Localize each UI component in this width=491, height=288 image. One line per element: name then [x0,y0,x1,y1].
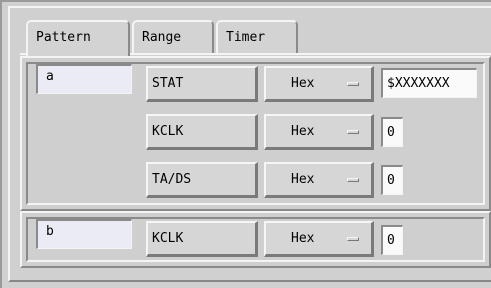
tab-pattern[interactable]: Pattern [26,20,130,56]
label-button-kclk[interactable]: KCLK [146,221,258,257]
tab-range[interactable]: Range [132,20,214,54]
format-label: Hex [291,124,315,139]
format-label: Hex [291,172,315,187]
label-button-kclk[interactable]: KCLK [146,114,258,150]
pattern-value-field[interactable]: 0 [381,117,403,147]
format-button[interactable]: Hex [264,114,374,150]
label-button-stat[interactable]: STAT [146,66,258,102]
format-label: Hex [291,231,315,246]
label-button-ta-ds[interactable]: TA/DS [146,162,258,198]
dropdown-icon [347,130,359,134]
format-label: Hex [291,76,315,91]
pattern-value-field[interactable]: 0 [381,165,403,195]
format-button[interactable]: Hex [264,66,374,102]
tab-timer[interactable]: Timer [216,20,298,54]
group-name-field[interactable]: a [36,64,132,94]
format-button[interactable]: Hex [264,162,374,198]
dropdown-icon [347,237,359,241]
format-button[interactable]: Hex [264,221,374,257]
dropdown-icon [347,178,359,182]
dropdown-icon [347,82,359,86]
pattern-value-field[interactable]: $XXXXXXX [381,68,477,98]
pattern-value-field[interactable]: 0 [381,225,403,255]
group-name-field[interactable]: b [36,219,132,249]
